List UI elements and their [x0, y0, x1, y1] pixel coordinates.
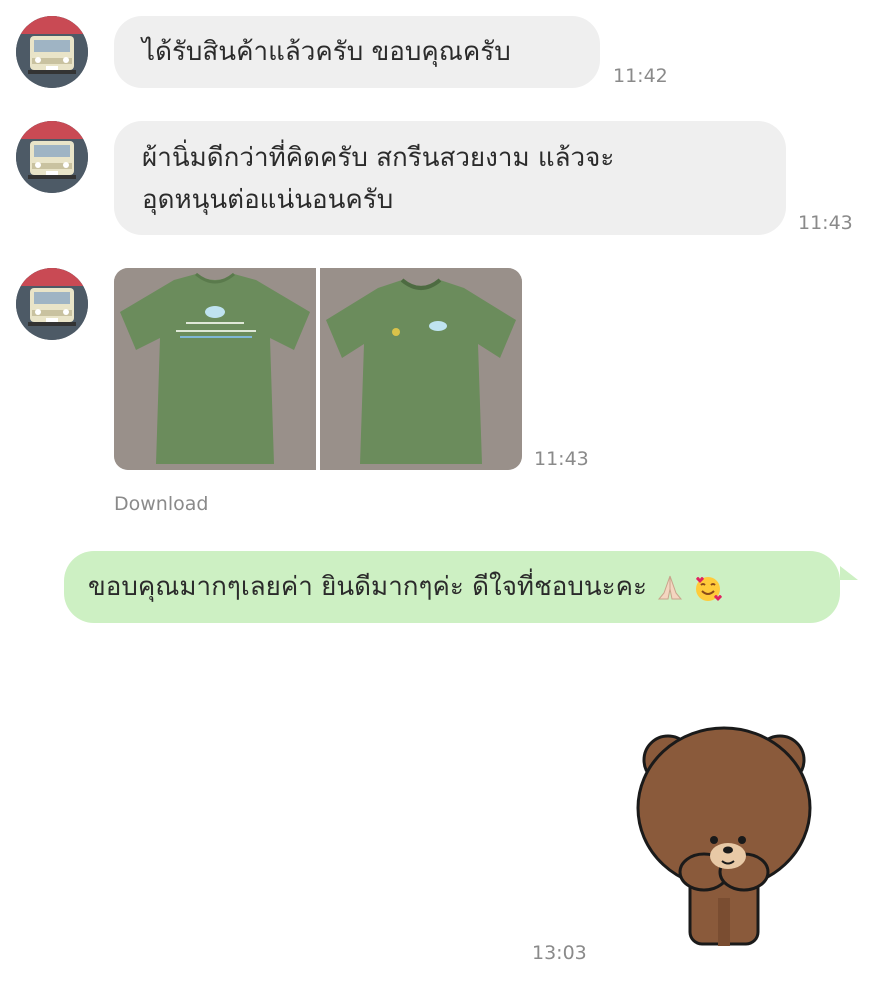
message-bubble[interactable]: ผ้านิ่มดีกว่าที่คิดครับ สกรีนสวยงาม แล้ว…	[114, 121, 786, 235]
avatar-car-icon	[16, 121, 88, 193]
contact-avatar[interactable]	[16, 268, 88, 340]
shirt-front-photo[interactable]	[114, 268, 316, 470]
message-text: ขอบคุณมากๆเลยค่า ยินดีมากๆค่ะ ดีใจที่ชอบ…	[88, 572, 647, 602]
avatar-car-icon	[16, 268, 88, 340]
shirt-back-photo[interactable]	[320, 268, 522, 470]
brown-bear-sticker[interactable]	[632, 722, 822, 952]
message-text: ได้รับสินค้าแล้วครับ ขอบคุณครับ	[142, 37, 511, 67]
message-bubble[interactable]: ได้รับสินค้าแล้วครับ ขอบคุณครับ	[114, 16, 600, 88]
message-text-line: ผ้านิ่มดีกว่าที่คิดครับ สกรีนสวยงาม แล้ว…	[142, 143, 615, 173]
contact-avatar[interactable]	[16, 121, 88, 193]
photo-message[interactable]	[114, 268, 522, 470]
message-text-line: อุดหนุนต่อแน่นอนครับ	[142, 185, 394, 215]
message-bubble-outgoing[interactable]: ขอบคุณมากๆเลยค่า ยินดีมากๆค่ะ ดีใจที่ชอบ…	[64, 551, 840, 623]
pray-emoji	[655, 573, 685, 603]
download-link[interactable]: Download	[114, 493, 208, 515]
contact-avatar[interactable]	[16, 16, 88, 88]
message-time: 13:03	[532, 942, 587, 964]
message-time: 11:42	[613, 65, 668, 87]
bubble-tail	[840, 566, 858, 580]
avatar-car-icon	[16, 16, 88, 88]
message-time: 11:43	[534, 448, 589, 470]
message-time: 11:43	[798, 212, 853, 234]
smiling-hearts-emoji	[693, 573, 723, 603]
